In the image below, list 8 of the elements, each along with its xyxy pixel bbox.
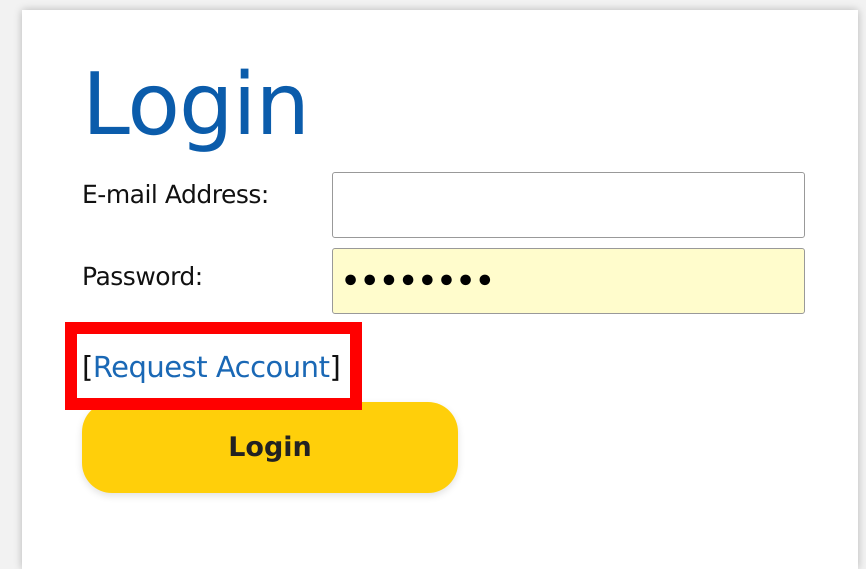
field-label: E-mail Address:: [82, 179, 270, 209]
field-label: Password:: [82, 261, 204, 291]
bracket: ]: [329, 350, 340, 384]
login-button[interactable]: Login: [82, 402, 458, 493]
bracket: [: [82, 350, 93, 384]
request-account-link[interactable]: Request Account: [92, 350, 330, 384]
email-field[interactable]: [332, 172, 805, 238]
password-field[interactable]: ••••••••: [332, 248, 805, 314]
